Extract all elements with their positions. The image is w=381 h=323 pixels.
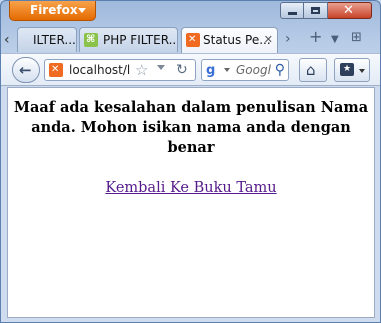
maximize-button[interactable]: [304, 2, 328, 19]
tab-3-label: Status Pe...: [203, 33, 271, 47]
home-button[interactable]: ⌂: [299, 58, 327, 82]
tab-2-label: PHP FILTER...: [103, 33, 178, 47]
back-to-guestbook-link[interactable]: Kembali Ke Buku Tamu: [8, 180, 374, 196]
tab-scroll-right-icon[interactable]: ›: [285, 32, 291, 46]
site-identity-icon: ✕: [49, 63, 63, 77]
search-icon[interactable]: ⚲: [275, 61, 285, 79]
bookmarks-menu-button[interactable]: ★: [334, 58, 370, 82]
tab-1[interactable]: ILTER...: [17, 27, 77, 52]
tab-list-dropdown-icon[interactable]: ▼: [331, 33, 339, 47]
browser-window: Firefox ✕ ‹ ILTER... ⌘ PHP FILTER... ✕ S…: [0, 0, 381, 323]
reload-icon[interactable]: ↻: [176, 61, 188, 79]
url-bar[interactable]: ✕ localhost/l ☆ ↻: [44, 59, 196, 81]
bookmark-star-icon[interactable]: ☆: [135, 61, 148, 79]
search-input[interactable]: Googl: [236, 60, 271, 80]
search-engine-dropdown-icon[interactable]: [224, 68, 230, 72]
close-tab-icon[interactable]: ✕: [264, 28, 273, 52]
home-icon: ⌂: [306, 61, 316, 79]
site-favicon-icon: ⌘: [84, 33, 98, 47]
navigation-toolbar: ← ✕ localhost/l ☆ ↻ g Googl ⚲ ⌂ ★: [1, 53, 380, 86]
tab-groups-icon[interactable]: ⊞: [351, 31, 362, 45]
new-tab-button[interactable]: +: [309, 29, 322, 45]
chevron-down-icon: [78, 8, 86, 13]
close-window-button[interactable]: ✕: [328, 2, 372, 19]
tab-scroll-left-icon[interactable]: ‹: [4, 30, 18, 50]
tab-3-active[interactable]: ✕ Status Pe... ✕: [181, 27, 278, 54]
search-box[interactable]: g Googl ⚲: [201, 59, 289, 81]
google-icon[interactable]: g: [206, 63, 221, 78]
firefox-menu-label: Firefox: [30, 3, 78, 17]
xampp-favicon-icon: ✕: [186, 33, 200, 47]
tab-2[interactable]: ⌘ PHP FILTER...: [79, 27, 178, 52]
bookmarks-icon: ★: [340, 63, 354, 76]
page-content: Maaf ada kesalahan dalam penulisan Nama …: [7, 87, 375, 318]
back-button[interactable]: ←: [12, 57, 40, 83]
close-icon: ✕: [343, 3, 354, 18]
error-message: Maaf ada kesalahan dalam penulisan Nama …: [13, 99, 369, 156]
history-dropdown-icon[interactable]: [157, 65, 165, 70]
bookmarks-dropdown-icon: [359, 69, 365, 73]
tab-1-label: ILTER...: [33, 33, 76, 47]
minimize-button[interactable]: [280, 2, 304, 19]
minimize-icon: [288, 12, 297, 15]
tab-strip: ‹ ILTER... ⌘ PHP FILTER... ✕ Status Pe..…: [1, 25, 380, 54]
back-arrow-icon: ←: [19, 61, 32, 79]
url-text[interactable]: localhost/l: [69, 60, 130, 80]
firefox-menu-button[interactable]: Firefox: [9, 1, 96, 21]
maximize-icon: [311, 7, 320, 14]
